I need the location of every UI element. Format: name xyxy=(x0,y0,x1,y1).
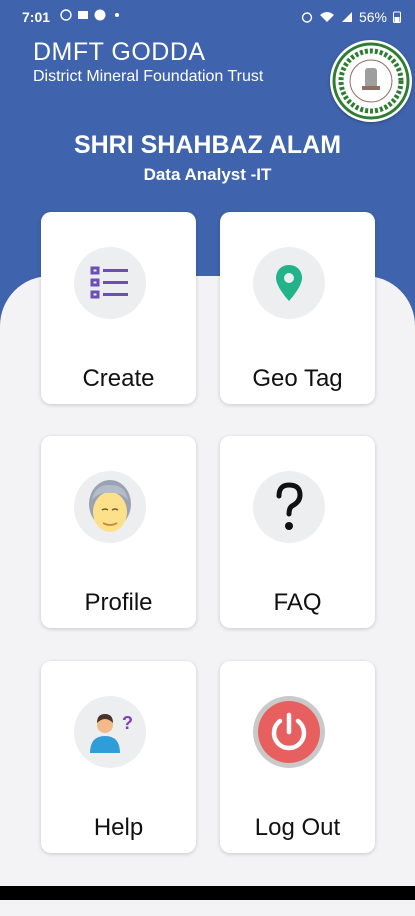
status-bar: 7:01 56% xyxy=(0,0,415,34)
app-subtitle: District Mineral Foundation Trust xyxy=(33,68,264,85)
svg-text:?: ? xyxy=(122,713,133,733)
create-icon-bg xyxy=(74,247,146,319)
geo-tag-label: Geo Tag xyxy=(252,365,343,392)
facebook-icon xyxy=(94,9,106,21)
user-name: SHRI SHAHBAZ ALAM xyxy=(73,131,342,159)
avatar-icon xyxy=(89,480,131,532)
location-pin-icon xyxy=(276,265,302,301)
help-tile[interactable]: ? Help xyxy=(41,661,196,853)
profile-tile[interactable]: Profile xyxy=(41,436,196,628)
navigation-bar xyxy=(0,886,415,900)
jharkhand-emblem-logo xyxy=(330,40,412,122)
gallery-icon xyxy=(78,11,88,19)
user-role: Data Analyst -IT xyxy=(143,165,272,184)
status-time: 7:01 xyxy=(22,9,51,25)
battery-icon xyxy=(393,11,401,23)
log-out-label: Log Out xyxy=(254,814,341,841)
create-label: Create xyxy=(82,365,155,392)
faq-tile[interactable]: FAQ xyxy=(220,436,375,628)
help-label: Help xyxy=(93,814,144,841)
profile-label: Profile xyxy=(84,589,153,616)
geo-tag-tile[interactable]: Geo Tag xyxy=(220,212,375,404)
signal-icon xyxy=(341,12,352,22)
wifi-icon xyxy=(319,12,334,22)
help-person-icon: ? xyxy=(90,713,133,753)
dot-icon xyxy=(115,13,119,17)
notification-icons xyxy=(60,9,123,21)
faq-icon-bg xyxy=(253,471,325,543)
whatsapp-icon xyxy=(60,9,72,21)
power-icon xyxy=(258,701,320,763)
help-icon-bg: ? xyxy=(74,696,146,768)
question-mark-icon xyxy=(276,482,303,530)
list-icon xyxy=(90,266,128,299)
create-tile[interactable]: Create xyxy=(41,212,196,404)
geo-tag-icon-bg xyxy=(253,247,325,319)
log-out-tile[interactable]: Log Out xyxy=(220,661,375,853)
alarm-icon xyxy=(301,12,313,23)
battery-level: 56% xyxy=(358,9,387,25)
system-icons: 56% xyxy=(301,9,401,25)
faq-label: FAQ xyxy=(273,589,322,616)
app-title: DMFT GODDA xyxy=(33,38,206,66)
log-out-icon-bg xyxy=(253,696,325,768)
profile-icon-bg xyxy=(74,471,146,543)
